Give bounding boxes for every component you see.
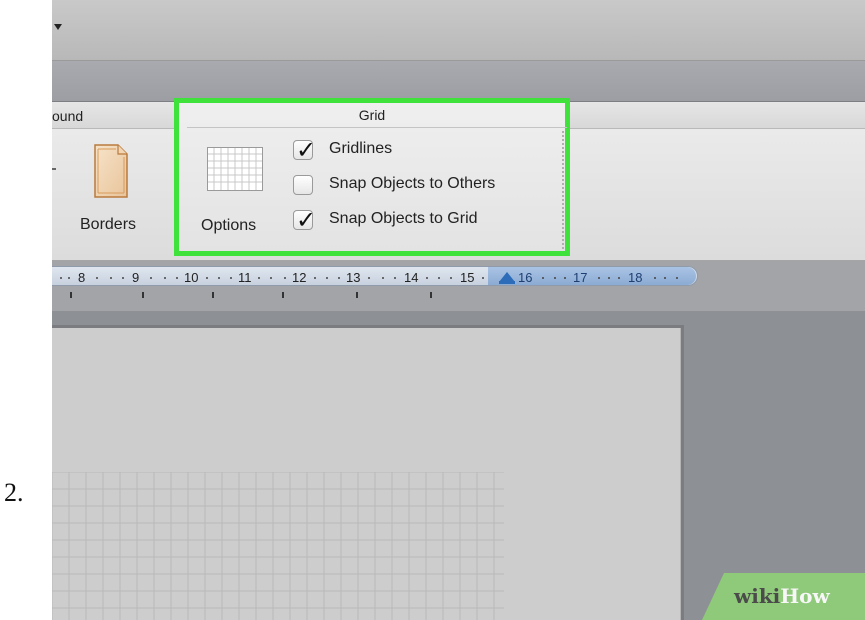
ruler-dot: [96, 277, 98, 279]
ruler-label: 18: [628, 270, 643, 285]
ruler-label: 13: [346, 270, 361, 285]
ruler-tick: [142, 292, 144, 298]
ruler-dot: [176, 277, 178, 279]
toolbar-band: [52, 61, 865, 102]
ruler-tick: [282, 292, 284, 298]
grid-options-button[interactable]: Options: [189, 145, 279, 245]
ruler-label: 11: [238, 270, 252, 285]
horizontal-ruler-area: 8 9 10 11 12 13 14 15 16 17 18: [52, 261, 865, 311]
ruler-dot: [654, 277, 656, 279]
ruler-dot: [664, 277, 666, 279]
ruler-dot: [258, 277, 260, 279]
ruler-dot: [150, 277, 152, 279]
ruler-dot: [482, 277, 484, 279]
indent-marker-base[interactable]: [499, 281, 515, 284]
checkbox-box[interactable]: [293, 175, 313, 195]
ruler-dot: [618, 277, 620, 279]
horizontal-ruler[interactable]: [52, 266, 698, 286]
ruler-label: 12: [292, 270, 307, 285]
group-separator: [562, 131, 564, 249]
chevron-down-icon[interactable]: [54, 24, 62, 30]
ruler-label: 14: [404, 270, 419, 285]
document-workspace: wikiHow: [52, 311, 865, 620]
ruler-dot: [608, 277, 610, 279]
ruler-label: 9: [132, 270, 140, 285]
document-page[interactable]: [52, 328, 681, 620]
page-border-icon: [94, 144, 128, 198]
ruler-dot: [326, 277, 328, 279]
ruler-tick: [430, 292, 432, 298]
ruler-dot: [450, 277, 452, 279]
ruler-dot: [426, 277, 428, 279]
snap-to-others-label: Snap Objects to Others: [329, 175, 496, 192]
wikihow-logo: wikiHow: [734, 584, 830, 608]
ruler-tick: [356, 292, 358, 298]
ruler-dot: [382, 277, 384, 279]
ruler-dot: [314, 277, 316, 279]
background-group-label: ound: [52, 108, 84, 124]
ruler-dot: [164, 277, 166, 279]
checkmark-icon: ✓: [296, 136, 317, 164]
step-number: 2.: [4, 478, 24, 507]
ruler-label: 10: [184, 270, 199, 285]
ruler-dot: [598, 277, 600, 279]
ruler-dot: [230, 277, 232, 279]
ruler-dot: [206, 277, 208, 279]
ruler-dot: [338, 277, 340, 279]
group-title-divider: [187, 127, 567, 128]
ruler-dot: [110, 277, 112, 279]
ruler-dot: [438, 277, 440, 279]
wikihow-logo-part2: How: [780, 584, 830, 608]
options-label: Options: [201, 217, 257, 234]
ruler-dot: [394, 277, 396, 279]
checkbox-box[interactable]: ✓: [293, 206, 316, 234]
ruler-dot: [564, 277, 566, 279]
wikihow-step-figure: 2. ound Borders Grid Options ✓ Gridlines…: [0, 0, 865, 620]
ruler-dot: [60, 277, 62, 279]
page-gridlines: [52, 472, 504, 620]
wikihow-logo-text: wikiHow: [702, 573, 865, 620]
ruler-dot: [218, 277, 220, 279]
ruler-dot: [270, 277, 272, 279]
ruler-label: 17: [573, 270, 588, 285]
gridlines-label: Gridlines: [329, 140, 393, 157]
checkbox-box[interactable]: ✓: [293, 136, 316, 164]
ruler-tick: [70, 292, 72, 298]
separator-tick: [52, 168, 56, 170]
ruler-dot: [284, 277, 286, 279]
title-strip: [52, 0, 865, 61]
ruler-dot: [368, 277, 370, 279]
word-window-screenshot: ound Borders Grid Options ✓ Gridlines Sn…: [52, 0, 865, 620]
checkmark-icon: ✓: [296, 206, 317, 234]
ruler-label: 15: [460, 270, 475, 285]
snap-to-grid-label: Snap Objects to Grid: [329, 210, 478, 227]
borders-label: Borders: [80, 216, 137, 233]
wikihow-logo-part1: wiki: [734, 584, 781, 608]
ruler-label: 16: [518, 270, 533, 285]
ruler-dot: [676, 277, 678, 279]
grid-group-title: Grid: [358, 107, 386, 123]
ruler-dot: [554, 277, 556, 279]
borders-button[interactable]: Borders: [74, 142, 164, 242]
ruler-dot: [122, 277, 124, 279]
ruler-tick: [212, 292, 214, 298]
ruler-dot: [542, 277, 544, 279]
grid-group: Grid Options ✓ Gridlines Snap Objects to…: [174, 98, 570, 256]
ruler-dot: [68, 277, 70, 279]
ruler-label: 8: [78, 270, 86, 285]
grid-options-icon: [207, 147, 263, 191]
